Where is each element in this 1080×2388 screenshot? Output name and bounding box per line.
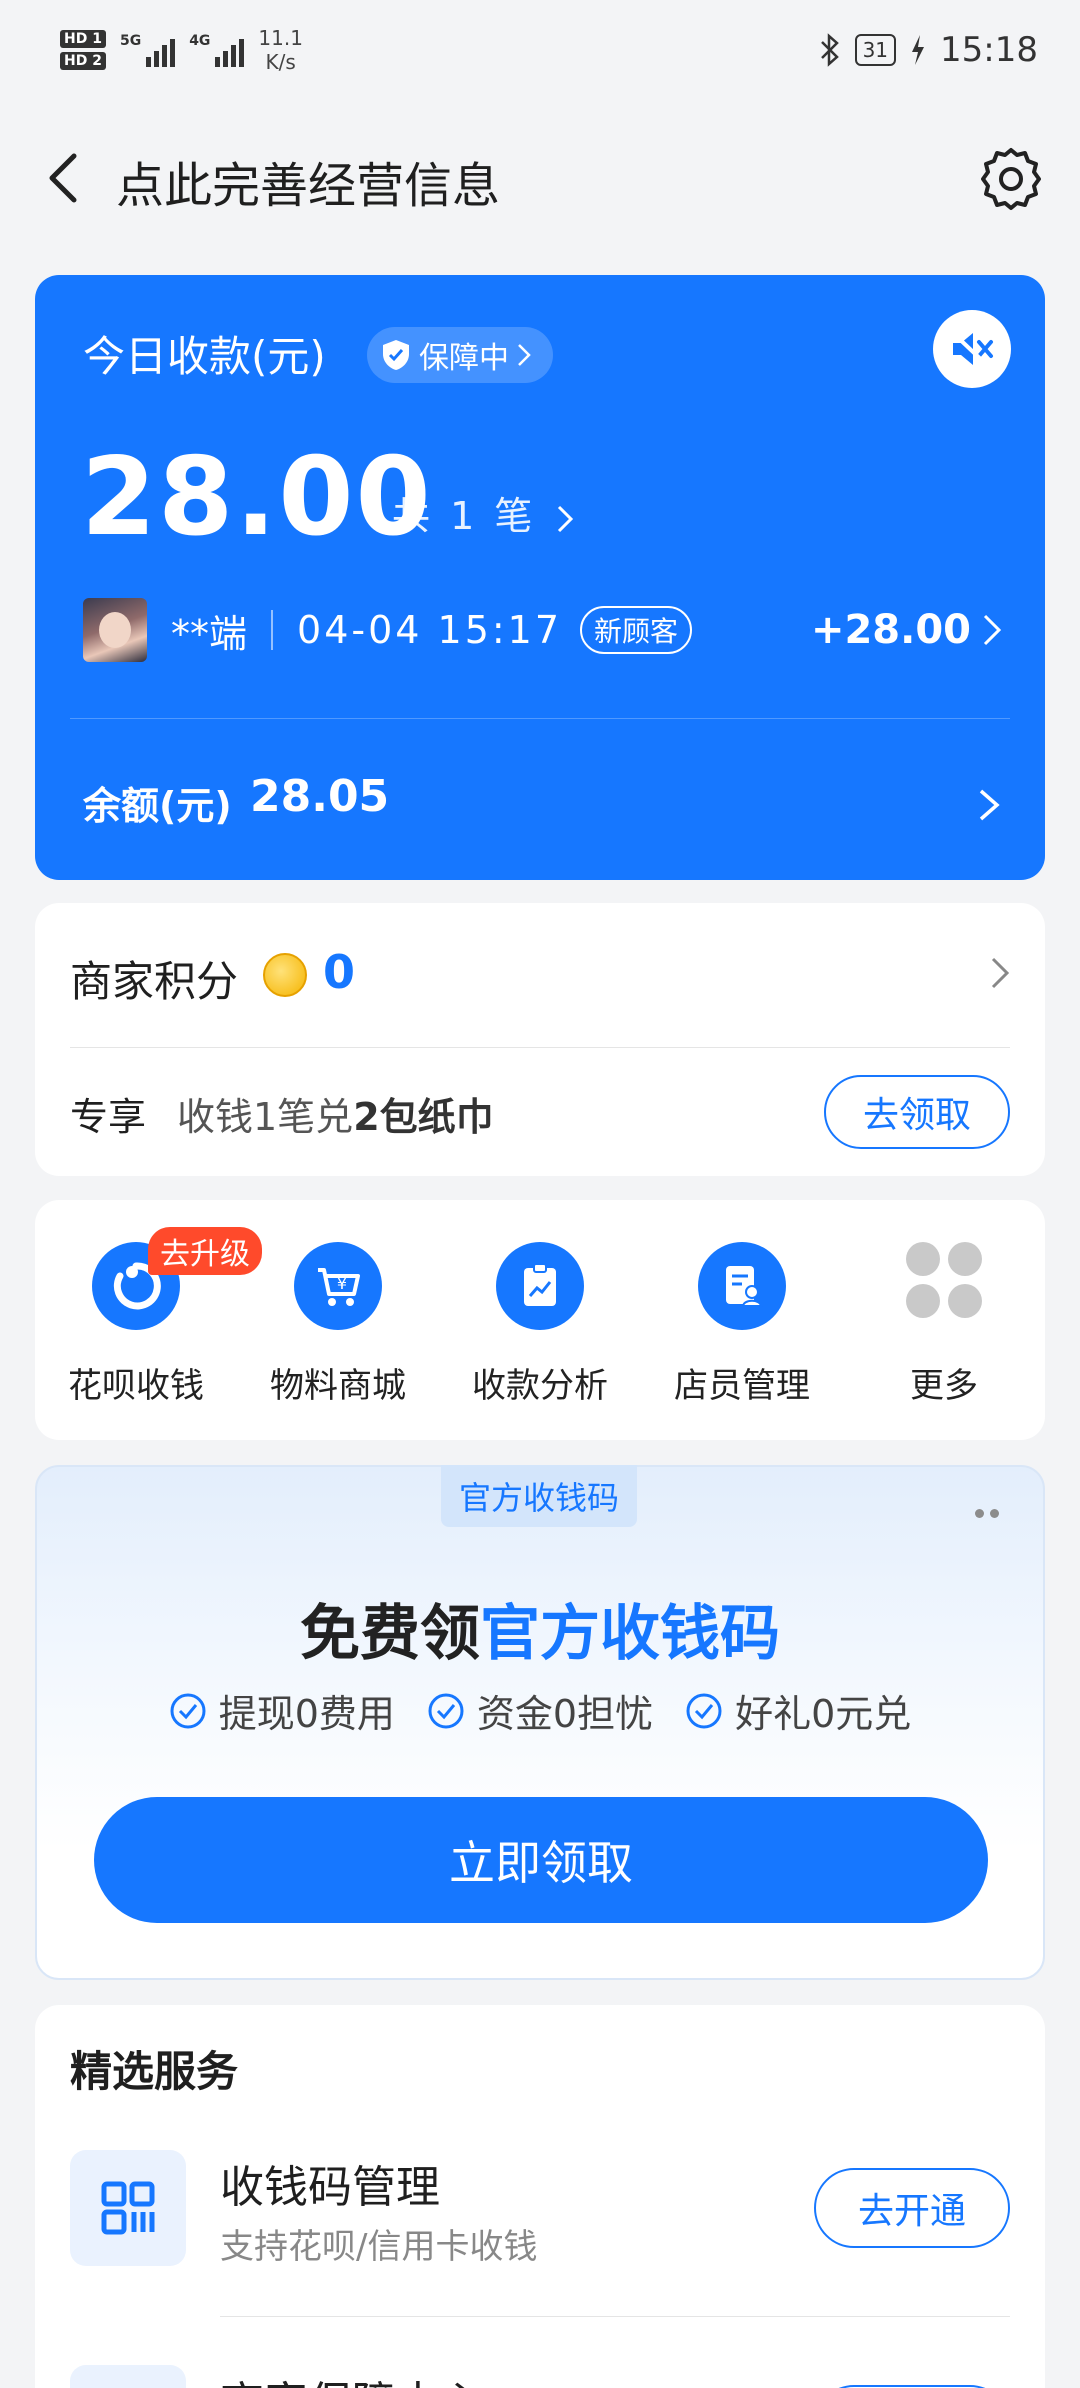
hd2-badge: HD 2 [60, 52, 106, 70]
benefit-item: 提现0费用 [169, 1683, 395, 1738]
transaction-count: 共 1 笔 [392, 494, 537, 538]
tool-label: 店员管理 [674, 1366, 810, 1406]
sim-indicator: HD 1 HD 2 [60, 30, 106, 70]
divider [70, 718, 1010, 719]
battery-icon: 31 [854, 34, 897, 66]
services-title: 精选服务 [70, 2047, 239, 2096]
tool-staff-management[interactable]: 店员管理 [641, 1242, 843, 1407]
benefit-item: 资金0担忧 [427, 1683, 653, 1738]
new-customer-badge: 新顾客 [580, 606, 693, 654]
perk-text-b: 2包纸巾 [353, 1095, 494, 1139]
svg-text:¥: ¥ [337, 1274, 347, 1293]
chevron-right-icon[interactable] [989, 955, 1013, 991]
gear-icon[interactable] [978, 146, 1044, 212]
net2-label: 4G [189, 33, 211, 49]
shield-icon [383, 340, 409, 370]
signal-4g-icon: 4G [189, 33, 245, 67]
qr-code-icon [70, 2150, 186, 2266]
clock: 15:18 [940, 30, 1038, 70]
promo-title: 免费领官方收钱码 [37, 1585, 1043, 1672]
charging-icon [912, 35, 925, 65]
official-qr-promo-card: 官方收钱码 免费领官方收钱码 提现0费用 资金0担忧 好礼0元兑 立即领取 [35, 1465, 1045, 1980]
divider [70, 1047, 1010, 1048]
service-icon [70, 2365, 186, 2388]
promo-benefits: 提现0费用 资金0担忧 好礼0元兑 [37, 1683, 1043, 1738]
bluetooth-icon [820, 33, 839, 67]
back-icon[interactable] [36, 148, 96, 208]
more-grid-icon [906, 1242, 982, 1318]
activate-button[interactable]: 去开通 [814, 2168, 1010, 2248]
claim-perk-button[interactable]: 去领取 [824, 1075, 1010, 1149]
benefit-text: 好礼0元兑 [735, 1692, 912, 1736]
perk-label: 专享 [70, 1095, 147, 1139]
divider [271, 610, 274, 650]
network-speed: 11.1 K/s [258, 26, 303, 74]
promo-tag: 官方收钱码 [441, 1465, 638, 1527]
upgrade-badge[interactable]: 去升级 [148, 1227, 262, 1275]
coin-icon [263, 953, 307, 997]
featured-services-card: 精选服务 收钱码管理 支持花呗/信用卡收钱 去开通 商家保障中心 [35, 2005, 1045, 2388]
today-amount: 28.00 [81, 435, 433, 560]
perk-text: 收钱1笔兑2包纸巾 [177, 1086, 494, 1141]
tool-label: 收款分析 [472, 1366, 608, 1406]
speed-value: 11.1 [258, 26, 303, 50]
check-circle-icon [686, 1693, 722, 1728]
check-circle-icon [428, 1693, 464, 1728]
tool-label: 更多 [910, 1366, 978, 1406]
chevron-right-icon [518, 344, 531, 366]
transaction-amount: +28.00 [810, 607, 971, 653]
hd1-badge: HD 1 [60, 30, 106, 48]
benefit-text: 资金0担忧 [476, 1692, 654, 1736]
chevron-right-icon [558, 505, 574, 532]
service-description: 支持花呗/信用卡收钱 [220, 2227, 538, 2267]
benefit-text: 提现0费用 [218, 1692, 395, 1736]
benefit-item: 好礼0元兑 [685, 1683, 911, 1738]
page-title[interactable]: 点此完善经营信息 [116, 146, 500, 216]
payer-name: **端 [171, 611, 248, 656]
points-label: 商家积分 [70, 957, 239, 1006]
status-bar: HD 1 HD 2 5G 4G 11.1 K/s 31 15:18 [0, 0, 1080, 110]
today-income-card: 今日收款(元) 保障中 28.00 共 1 笔 **端 04-04 15:17 … [35, 275, 1045, 880]
header: 点此完善经营信息 [0, 130, 1080, 230]
chevron-right-icon [983, 614, 1002, 646]
balance-label: 余额(元) [83, 784, 232, 828]
check-circle-icon [170, 1693, 206, 1728]
latest-transaction-row[interactable]: **端 04-04 15:17 新顾客 +28.00 [83, 595, 1005, 665]
tool-more[interactable]: 更多 [843, 1242, 1045, 1407]
tool-label: 花呗收钱 [68, 1366, 204, 1406]
staff-icon [698, 1242, 786, 1330]
perk-text-a: 收钱1笔兑 [177, 1095, 354, 1139]
signal-5g-icon: 5G [119, 33, 176, 67]
promo-title-b: 官方收钱码 [480, 1599, 780, 1669]
net1-label: 5G [119, 33, 142, 49]
tool-material-mall[interactable]: ¥ 物料商城 [237, 1242, 439, 1407]
promo-title-a: 免费领 [300, 1599, 480, 1669]
balance-value: 28.05 [250, 771, 390, 822]
divider [220, 2316, 1010, 2317]
avatar [83, 598, 147, 662]
analysis-icon [496, 1242, 584, 1330]
points-value: 0 [323, 945, 356, 999]
transaction-count-link[interactable]: 共 1 笔 [392, 485, 574, 540]
merchant-points-card: 商家积分 0 专享 收钱1笔兑2包纸巾 去领取 [35, 903, 1045, 1176]
guarantee-label: 保障中 [419, 341, 509, 376]
tools-card: 花呗收钱 ¥ 物料商城 收款分析 店员管理 更多 去升级 [35, 1200, 1045, 1440]
service-name[interactable]: 商家保障中心 [220, 2367, 484, 2388]
cart-icon: ¥ [294, 1242, 382, 1330]
tool-label: 物料商城 [270, 1366, 406, 1406]
claim-now-button[interactable]: 立即领取 [94, 1797, 988, 1923]
speaker-mute-icon [950, 330, 993, 369]
transaction-time: 04-04 15:17 [297, 608, 563, 652]
today-income-label: 今日收款(元) [83, 332, 326, 381]
tool-income-analysis[interactable]: 收款分析 [439, 1242, 641, 1407]
guarantee-badge[interactable]: 保障中 [367, 327, 553, 383]
more-options-icon[interactable] [975, 1509, 999, 1518]
speed-unit: K/s [265, 50, 296, 74]
balance-chevron-icon[interactable] [975, 785, 1005, 825]
mute-button[interactable] [933, 310, 1011, 388]
service-name[interactable]: 收钱码管理 [220, 2151, 440, 2215]
